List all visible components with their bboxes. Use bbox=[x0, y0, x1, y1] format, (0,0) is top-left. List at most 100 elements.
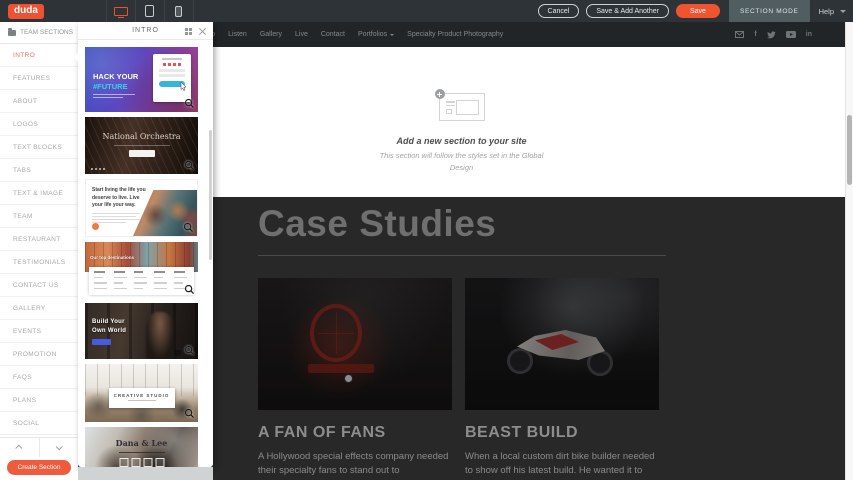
panel-thumbnail-list: HACK YOUR #FUTURE National Orchestra bbox=[78, 40, 213, 467]
thumbnail-title: Our top destinations bbox=[90, 255, 134, 260]
case-study-image-bike bbox=[465, 278, 659, 410]
panel-scrollbar[interactable] bbox=[209, 130, 212, 260]
save-button[interactable]: Save bbox=[676, 4, 720, 18]
close-icon[interactable] bbox=[199, 27, 206, 34]
chevron-down-icon[interactable] bbox=[840, 10, 846, 13]
section-thumbnail-national-orchestra[interactable]: National Orchestra bbox=[85, 117, 198, 174]
section-thumbnail-build-your-own-world[interactable]: Build Your Own World bbox=[85, 303, 198, 359]
scrollbar-thumb[interactable] bbox=[847, 115, 852, 185]
sidebar-item-plans[interactable]: PLANS bbox=[0, 389, 78, 412]
scroll-down-button[interactable] bbox=[39, 438, 79, 457]
countdown-boxes bbox=[119, 458, 164, 467]
sidebar-item-faqs[interactable]: FAQS bbox=[0, 366, 78, 389]
zoom-icon[interactable] bbox=[183, 222, 194, 233]
thumbnail-subtext-line bbox=[114, 145, 170, 146]
case-study-text: A Hollywood special effects company need… bbox=[258, 450, 452, 480]
case-study-card: BEAST BUILD When a local custom dirt bik… bbox=[465, 278, 659, 480]
zoom-icon[interactable] bbox=[184, 98, 195, 109]
site-social-icons: f in bbox=[735, 22, 812, 47]
sidebar-header-label: TEAM SECTIONS bbox=[20, 29, 73, 36]
chevron-down-icon bbox=[390, 34, 394, 36]
thumbnail-title: CREATIVE STUDIO bbox=[109, 393, 175, 398]
sidebar-header: TEAM SECTIONS bbox=[0, 22, 78, 44]
title-divider bbox=[258, 255, 666, 256]
section-thumbnail-lifestyle[interactable]: Start living the life you deserve to liv… bbox=[85, 179, 198, 237]
thumbnail-cta-button bbox=[159, 81, 185, 87]
thumbnail-links-table bbox=[89, 267, 194, 295]
panel-title: INTRO bbox=[78, 27, 213, 34]
site-nav-links: Bio Listen Gallery Live Contact Portfoli… bbox=[205, 22, 503, 47]
nav-link-portfolios[interactable]: Portfolios bbox=[358, 31, 394, 38]
zoom-icon[interactable] bbox=[184, 284, 195, 295]
nav-link-live[interactable]: Live bbox=[295, 31, 308, 38]
panel-bottom-strip bbox=[78, 467, 213, 480]
sidebar-item-promotion[interactable]: PROMOTION bbox=[0, 343, 78, 366]
sidebar-item-list: INTRO FEATURES ABOUT LOGOS TEXT BLOCKS T… bbox=[0, 44, 78, 437]
sidebar-item-social[interactable]: SOCIAL bbox=[0, 412, 78, 435]
section-thumbnail-hack-your-future[interactable]: HACK YOUR #FUTURE bbox=[85, 47, 198, 112]
help-menu[interactable]: Help bbox=[819, 7, 834, 16]
sidebar-item-contact-us[interactable]: CONTACT US bbox=[0, 274, 78, 297]
sidebar-item-tabs[interactable]: TABS bbox=[0, 159, 78, 182]
linkedin-icon[interactable]: in bbox=[806, 31, 812, 38]
sidebar-item-events[interactable]: EVENTS bbox=[0, 320, 78, 343]
nav-link-specialty[interactable]: Specialty Product Photography bbox=[407, 31, 503, 38]
nav-link-contact[interactable]: Contact bbox=[321, 31, 345, 38]
sidebar-item-about[interactable]: ABOUT bbox=[0, 90, 78, 113]
sections-sidebar: TEAM SECTIONS INTRO FEATURES ABOUT LOGOS… bbox=[0, 22, 78, 480]
case-study-heading: BEAST BUILD bbox=[465, 424, 659, 442]
tablet-icon bbox=[145, 5, 154, 17]
section-thumbnail-destinations[interactable]: Our top destinations bbox=[85, 242, 198, 298]
intro-sections-panel: INTRO HACK YOUR #FUTURE bbox=[78, 22, 213, 467]
desktop-preview-button[interactable] bbox=[107, 0, 136, 22]
mobile-preview-button[interactable] bbox=[165, 0, 194, 22]
cancel-button[interactable]: Cancel bbox=[538, 4, 580, 18]
section-thumbnail-creative-studio[interactable]: CREATIVE STUDIO bbox=[85, 364, 198, 422]
twitter-icon[interactable] bbox=[767, 31, 776, 39]
scroll-down-icon bbox=[56, 443, 63, 450]
thumbnail-photo-figures bbox=[146, 312, 174, 359]
thumbnail-paragraph-lines bbox=[92, 213, 140, 225]
zoom-icon[interactable] bbox=[184, 408, 195, 419]
thumbnail-cta-button bbox=[92, 223, 99, 230]
zoom-icon[interactable] bbox=[184, 160, 195, 171]
sidebar-item-restaurant[interactable]: RESTAURANT bbox=[0, 228, 78, 251]
thumbnail-form-card bbox=[153, 54, 191, 102]
plus-badge-icon bbox=[435, 89, 445, 99]
nav-link-listen[interactable]: Listen bbox=[228, 31, 247, 38]
case-study-text: When a local custom dirt bike builder ne… bbox=[465, 450, 659, 480]
folder-icon bbox=[8, 30, 16, 36]
editor-window: duda Cancel Save & Add Another Save SECT… bbox=[0, 0, 853, 480]
sidebar-item-testimonials[interactable]: TESTIMONIALS bbox=[0, 251, 78, 274]
thumbnail-title: Dana & Lee bbox=[85, 438, 198, 448]
thumbnail-title: Build Your Own World bbox=[92, 318, 126, 335]
email-icon[interactable] bbox=[735, 31, 744, 38]
sidebar-item-text-blocks[interactable]: TEXT BLOCKS bbox=[0, 136, 78, 159]
page-scrollbar[interactable] bbox=[845, 22, 853, 480]
save-add-another-button[interactable]: Save & Add Another bbox=[586, 4, 669, 18]
section-thumbnail-dana-and-lee[interactable]: Dana & Lee bbox=[85, 427, 198, 467]
device-switcher bbox=[106, 0, 194, 22]
sidebar-item-logos[interactable]: LOGOS bbox=[0, 113, 78, 136]
sidebar-item-team[interactable]: TEAM bbox=[0, 205, 78, 228]
thumbnail-cta-button bbox=[129, 150, 155, 157]
zoom-icon[interactable] bbox=[184, 345, 195, 356]
sidebar-item-intro[interactable]: INTRO bbox=[0, 44, 78, 67]
sidebar-item-gallery[interactable]: GALLERY bbox=[0, 297, 78, 320]
case-study-image-fan bbox=[258, 278, 452, 410]
tablet-preview-button[interactable] bbox=[136, 0, 165, 22]
thumbnail-title-card: CREATIVE STUDIO bbox=[109, 388, 175, 408]
sidebar-item-features[interactable]: FEATURES bbox=[0, 67, 78, 90]
grid-view-icon[interactable] bbox=[185, 28, 192, 35]
youtube-icon[interactable] bbox=[786, 31, 796, 38]
sidebar-item-text-image[interactable]: TEXT & IMAGE bbox=[0, 182, 78, 205]
nav-link-gallery[interactable]: Gallery bbox=[260, 31, 282, 38]
create-section-button[interactable]: Create Section bbox=[7, 460, 71, 475]
desktop-icon bbox=[114, 7, 128, 16]
panel-header: INTRO bbox=[78, 22, 213, 40]
facebook-icon[interactable]: f bbox=[754, 31, 756, 38]
thumbnail-subtext-lines bbox=[93, 94, 138, 98]
sidebar-scroll-controls bbox=[0, 437, 78, 457]
chat-bubble-icon bbox=[174, 350, 181, 355]
scroll-up-button[interactable] bbox=[0, 438, 39, 457]
